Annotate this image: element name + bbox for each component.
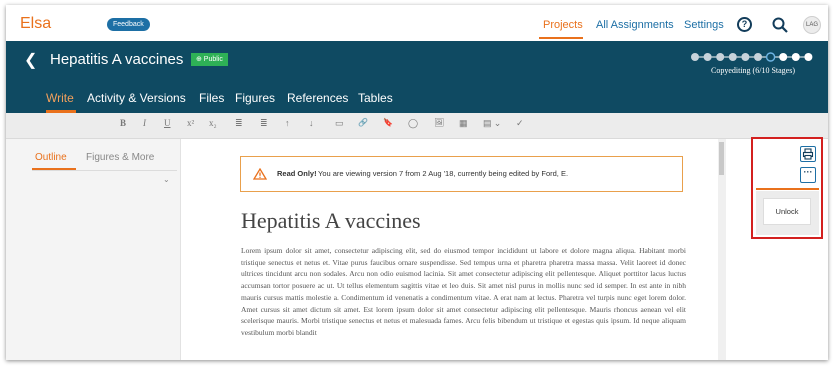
nav-projects[interactable]: Projects xyxy=(543,19,583,31)
document-body: Lorem ipsum dolor sit amet, consectetur … xyxy=(241,246,686,337)
notice-title: Read Only! xyxy=(277,169,317,178)
tab-tables[interactable]: Tables xyxy=(358,91,393,105)
superscript-button[interactable]: x² xyxy=(187,118,194,128)
public-badge: ⊕ Public xyxy=(191,53,228,66)
tab-activity-versions[interactable]: Activity & Versions xyxy=(87,91,186,105)
top-nav: Elsa Feedback Projects All Assignments S… xyxy=(6,5,828,41)
avatar[interactable]: LAG xyxy=(803,16,821,34)
outline-active-indicator xyxy=(32,168,76,170)
stage-dot xyxy=(728,53,737,61)
nav-active-indicator xyxy=(539,37,583,39)
tab-files[interactable]: Files xyxy=(199,91,224,105)
tab-figures-more[interactable]: Figures & More xyxy=(86,152,154,163)
check-button[interactable]: ✓ xyxy=(516,118,524,129)
stage-dot xyxy=(716,53,725,61)
stage-dot xyxy=(791,53,800,61)
tab-outline[interactable]: Outline xyxy=(35,152,67,163)
nav-settings[interactable]: Settings xyxy=(684,19,724,31)
stage-dot xyxy=(741,53,750,61)
notice-text: You are viewing version 7 from 2 Aug '18… xyxy=(318,169,569,178)
numbered-list-button[interactable]: ≣ xyxy=(235,118,243,129)
nav-all-assignments[interactable]: All Assignments xyxy=(596,19,674,31)
stage-progress xyxy=(691,52,813,62)
highlight-box xyxy=(751,137,823,239)
bullet-list-button[interactable]: ≣ xyxy=(260,118,268,129)
document-heading: Hepatitis A vaccines xyxy=(241,208,421,233)
document-header: ❮ Hepatitis A vaccines ⊕ Public Copyedit… xyxy=(6,41,828,113)
chevron-down-icon[interactable]: ⌄ xyxy=(163,175,170,184)
stage-dot xyxy=(804,53,813,61)
stage-dot xyxy=(779,53,788,61)
warning-icon xyxy=(253,168,267,180)
tab-references[interactable]: References xyxy=(287,91,348,105)
bookmark-button[interactable]: 🔖 xyxy=(383,118,393,127)
stage-label: Copyediting (6/10 Stages) xyxy=(711,66,795,75)
feedback-button[interactable]: Feedback xyxy=(107,18,150,31)
panel-divider xyxy=(32,170,177,171)
insert-menu-button[interactable]: ▤ ⌄ xyxy=(483,118,501,129)
stage-dot xyxy=(691,53,699,61)
tab-figures[interactable]: Figures xyxy=(235,91,275,105)
scroll-thumb[interactable] xyxy=(719,142,724,175)
italic-button[interactable]: I xyxy=(143,118,146,128)
document-title: Hepatitis A vaccines xyxy=(50,51,184,68)
help-icon[interactable]: ? xyxy=(737,17,752,32)
outline-panel: Outline Figures & More ⌄ xyxy=(6,139,181,360)
app-logo[interactable]: Elsa xyxy=(20,15,51,33)
underline-button[interactable]: U xyxy=(164,118,171,128)
tab-write[interactable]: Write xyxy=(46,91,74,105)
comment-button[interactable]: ◯ xyxy=(408,118,418,129)
comment-box-button[interactable]: ▭ xyxy=(335,118,344,129)
stage-dot xyxy=(765,52,776,62)
stage-dot xyxy=(703,53,712,61)
table-button[interactable]: ▦ xyxy=(459,118,468,129)
read-only-notice: Read Only! You are viewing version 7 fro… xyxy=(240,156,683,192)
bold-button[interactable]: B xyxy=(120,118,126,128)
link-button[interactable]: 🔗 xyxy=(358,118,368,127)
app-window: Elsa Feedback Projects All Assignments S… xyxy=(6,5,828,360)
subscript-button[interactable]: x₂ xyxy=(209,118,217,128)
back-icon[interactable]: ❮ xyxy=(24,50,37,70)
move-up-button[interactable]: ↑ xyxy=(285,118,290,128)
search-icon[interactable] xyxy=(772,17,788,33)
formatting-toolbar: B I U x² x₂ ≣ ≣ ↑ ↓ ▭ 🔗 🔖 ◯ 🖼 ▦ ▤ ⌄ ✓ xyxy=(6,113,828,139)
stage-dot xyxy=(754,53,762,61)
image-button[interactable]: 🖼 xyxy=(434,118,444,127)
move-down-button[interactable]: ↓ xyxy=(309,118,314,128)
